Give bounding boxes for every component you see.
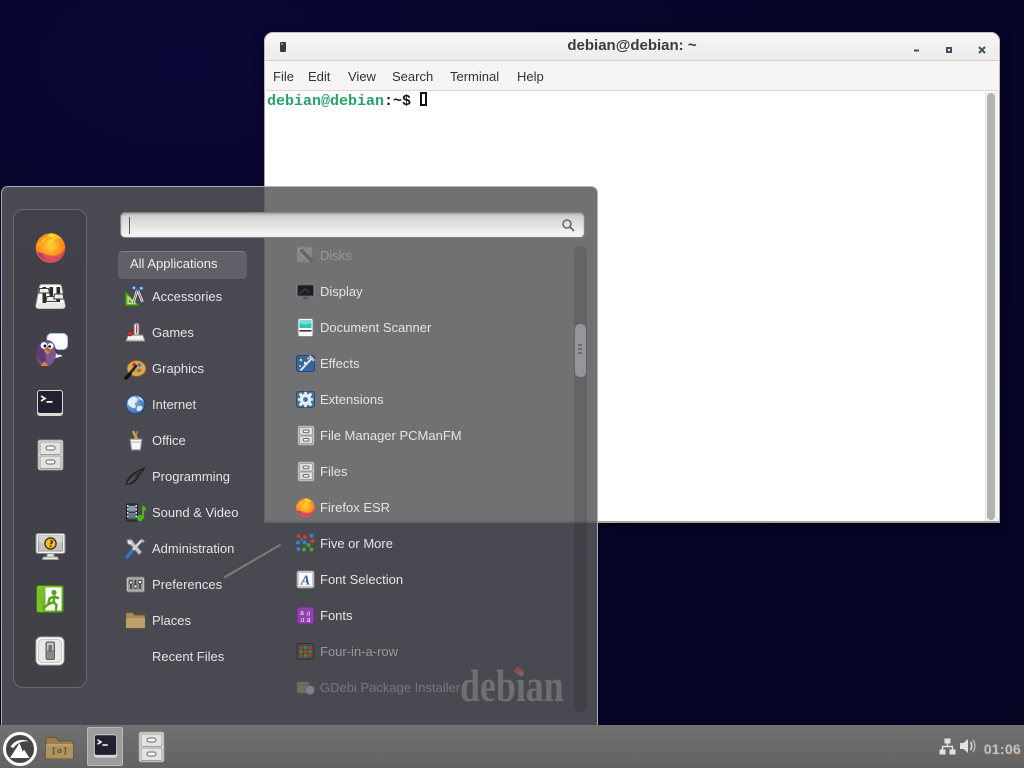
svg-text:a: a (307, 615, 311, 624)
svg-text:A: A (300, 574, 310, 589)
svg-text:a: a (301, 615, 305, 624)
